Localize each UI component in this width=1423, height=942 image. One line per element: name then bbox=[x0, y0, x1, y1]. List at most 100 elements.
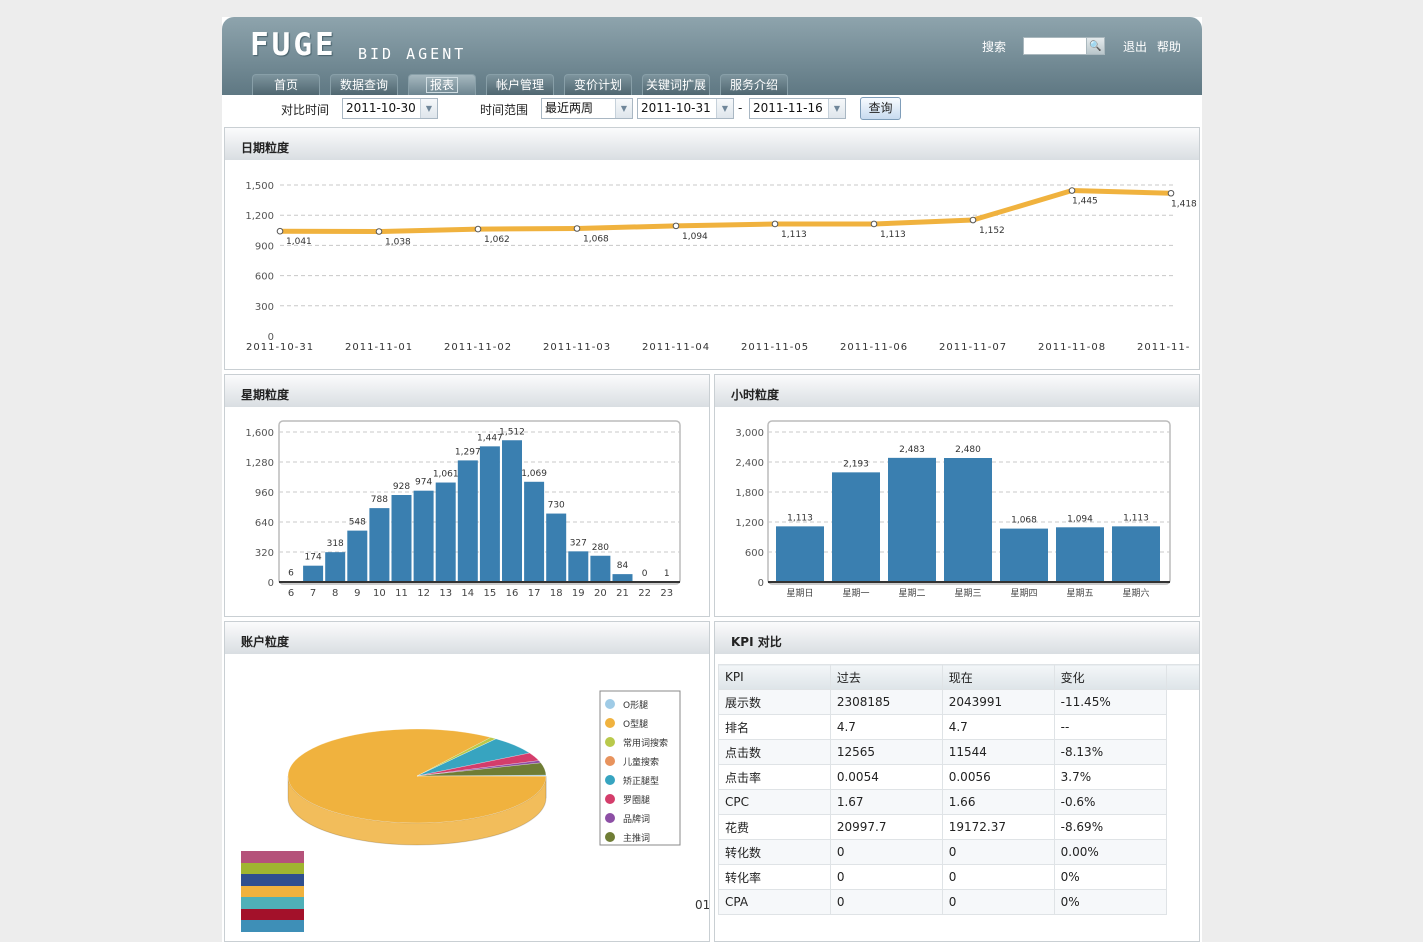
x-tick-label: 星期一 bbox=[842, 588, 869, 599]
account-panel-title: 账户粒度 bbox=[225, 622, 709, 654]
kpi-cell: -8.13% bbox=[1053, 739, 1167, 765]
chevron-down-icon[interactable]: ▼ bbox=[716, 99, 733, 118]
data-label: 174 bbox=[305, 553, 322, 563]
kpi-cell: 0.0054 bbox=[829, 764, 943, 790]
x-tick-label: 星期五 bbox=[1066, 588, 1093, 599]
kpi-cell: 0 bbox=[829, 864, 943, 890]
bar bbox=[413, 490, 434, 582]
start-date-select[interactable]: 2011-10-31 ▼ bbox=[637, 98, 734, 119]
x-tick-label: 14 bbox=[461, 588, 474, 599]
logout-link[interactable]: 退出 bbox=[1123, 40, 1147, 54]
chevron-down-icon[interactable]: ▼ bbox=[615, 99, 632, 118]
kpi-panel-title: KPI 对比 bbox=[715, 622, 1199, 654]
search-icon[interactable]: 🔍 bbox=[1086, 38, 1104, 54]
chevron-down-icon[interactable]: ▼ bbox=[828, 99, 845, 118]
kpi-cell: 1.67 bbox=[829, 789, 943, 815]
tab-data-query[interactable]: 数据查询 bbox=[330, 74, 398, 95]
weekly-bar-chart: 03206409601,2801,60066174731885489788109… bbox=[245, 420, 681, 599]
kpi-cell: CPC bbox=[718, 789, 831, 815]
kpi-cell: 2043991 bbox=[941, 689, 1055, 715]
kpi-cell: 0 bbox=[941, 889, 1055, 915]
data-label: 1,113 bbox=[781, 230, 807, 240]
y-tick-label: 1,800 bbox=[735, 488, 764, 499]
bar bbox=[502, 440, 522, 582]
color-swatch bbox=[241, 920, 304, 932]
time-range-value: 最近两周 bbox=[545, 101, 594, 115]
data-point bbox=[870, 220, 878, 228]
kpi-header-row: KPI 过去 现在 变化 bbox=[718, 664, 1199, 690]
legend-swatch bbox=[605, 737, 615, 747]
kpi-row: 花费 20997.7 19172.37 -8.69% bbox=[718, 814, 1199, 840]
data-point bbox=[573, 225, 581, 232]
legend-swatch bbox=[605, 699, 615, 709]
data-point bbox=[474, 225, 482, 233]
x-tick-label: 2011-11-04 bbox=[642, 342, 710, 353]
help-link[interactable]: 帮助 bbox=[1157, 40, 1181, 54]
data-label: 788 bbox=[371, 495, 388, 505]
x-tick-label: 22 bbox=[638, 588, 651, 599]
x-tick-label: 2011-11-03 bbox=[543, 342, 611, 353]
kpi-cell: 排名 bbox=[718, 714, 831, 740]
tab-home[interactable]: 首页 bbox=[252, 74, 320, 95]
tab-keyword-expansion[interactable]: 关键词扩展 bbox=[642, 74, 710, 95]
tab-account-management[interactable]: 帐户管理 bbox=[486, 74, 554, 95]
bar bbox=[347, 530, 368, 582]
query-button[interactable]: 查询 bbox=[860, 97, 901, 120]
x-tick-label: 13 bbox=[439, 588, 452, 599]
legend-swatch bbox=[605, 775, 615, 785]
weekly-panel: 星期粒度 0 320 640 960 1,280 1,600 6 6 174 7 318 8 548 9 7… bbox=[224, 374, 710, 617]
kpi-cell: 3.7% bbox=[1053, 764, 1167, 790]
tab-reports[interactable]: 报表 bbox=[408, 74, 476, 95]
search-input[interactable] bbox=[1024, 38, 1086, 54]
kpi-col-header: 变化 bbox=[1053, 664, 1167, 690]
bar bbox=[832, 472, 880, 582]
tab-service-intro[interactable]: 服务介绍 bbox=[720, 74, 788, 95]
x-tick-label: 8 bbox=[332, 588, 338, 599]
bar bbox=[568, 551, 589, 582]
bar bbox=[369, 508, 390, 582]
hourly-panel-title: 小时粒度 bbox=[715, 375, 1199, 407]
legend-label: 常用词搜索 bbox=[623, 737, 668, 749]
x-tick-label: 星期六 bbox=[1122, 587, 1149, 599]
kpi-spacer-cell bbox=[1166, 739, 1199, 765]
bar bbox=[612, 574, 633, 582]
logo: FUGE bbox=[250, 27, 337, 63]
end-date-select[interactable]: 2011-11-16 ▼ bbox=[749, 98, 846, 119]
kpi-cell: 20997.7 bbox=[829, 814, 943, 840]
data-point bbox=[771, 220, 779, 228]
data-label: 1,069 bbox=[521, 469, 547, 479]
data-point bbox=[1167, 189, 1175, 197]
color-swatch bbox=[241, 862, 304, 874]
tab-price-plan[interactable]: 变价计划 bbox=[564, 74, 632, 95]
time-range-select[interactable]: 最近两周 ▼ bbox=[541, 98, 633, 119]
legend-swatch bbox=[605, 794, 615, 804]
x-tick-label: 星期三 bbox=[954, 588, 981, 599]
daily-panel: 日期粒度 0 300 600 900 1,200 1,500 1,041 2011-10-31… bbox=[224, 127, 1200, 370]
filter-toolbar: 对比时间 2011-10-30 ▼ 时间范围 最近两周 ▼ 2011-10-31… bbox=[222, 95, 1202, 124]
kpi-spacer-cell bbox=[1166, 814, 1199, 840]
x-tick-label: 6 bbox=[288, 588, 294, 599]
kpi-spacer-cell bbox=[1166, 889, 1199, 915]
data-label: 1,445 bbox=[1072, 197, 1098, 207]
data-label: 318 bbox=[327, 539, 344, 549]
kpi-cell: 4.7 bbox=[941, 714, 1055, 740]
y-tick-label: 600 bbox=[745, 548, 764, 559]
color-swatch bbox=[241, 897, 304, 909]
kpi-cell: 点击数 bbox=[718, 739, 831, 765]
chevron-down-icon[interactable]: ▼ bbox=[420, 99, 437, 118]
kpi-cell: 花费 bbox=[718, 814, 831, 840]
y-tick-label: 300 bbox=[255, 302, 274, 313]
kpi-cell: 19172.37 bbox=[941, 814, 1055, 840]
x-tick-label: 15 bbox=[484, 588, 497, 599]
data-point bbox=[1068, 187, 1076, 194]
bar bbox=[590, 555, 611, 582]
bar bbox=[435, 482, 456, 582]
x-tick-label: 2011-11-05 bbox=[741, 342, 809, 353]
legend-swatch bbox=[605, 832, 615, 842]
data-label: 1,113 bbox=[787, 513, 813, 523]
data-label: 327 bbox=[570, 538, 587, 548]
compare-date-select[interactable]: 2011-10-30 ▼ bbox=[342, 98, 438, 119]
data-label: 1,113 bbox=[880, 230, 906, 240]
data-label: 280 bbox=[592, 543, 609, 553]
x-tick-label: 21 bbox=[616, 588, 629, 599]
